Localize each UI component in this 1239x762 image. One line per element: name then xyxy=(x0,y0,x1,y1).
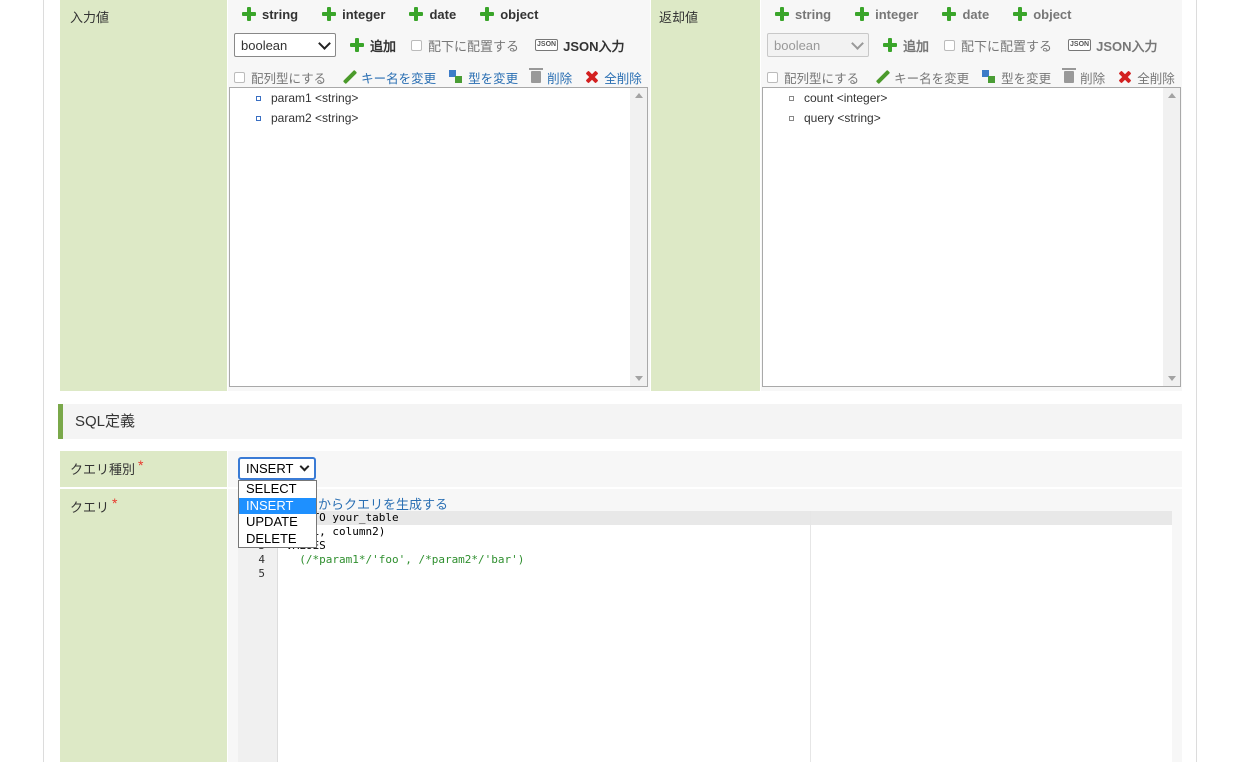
scroll-up-icon[interactable] xyxy=(1168,93,1176,98)
tree-item[interactable]: count <integer> xyxy=(789,91,887,105)
active-line-highlight xyxy=(278,511,1172,525)
required-mark: * xyxy=(138,457,144,473)
swap-icon xyxy=(449,70,463,84)
query-type-field xyxy=(228,451,1182,487)
checkbox-icon[interactable] xyxy=(944,39,956,51)
plus-icon xyxy=(942,7,957,21)
return-add-object-button[interactable]: object xyxy=(1013,7,1072,22)
tree-node-icon xyxy=(256,95,261,101)
checkbox-icon[interactable] xyxy=(767,71,778,83)
editor-gutter: 1 2 3 4 5 xyxy=(238,511,278,762)
swap-icon xyxy=(982,70,996,84)
plus-icon xyxy=(409,7,424,21)
plus-icon xyxy=(855,7,870,21)
pencil-icon xyxy=(342,70,356,84)
line-number: 5 xyxy=(258,567,265,580)
plus-icon xyxy=(480,7,495,21)
input-type-select[interactable]: boolean xyxy=(234,33,336,57)
dropdown-option-insert[interactable]: INSERT xyxy=(239,497,316,514)
tree-node-icon xyxy=(789,115,794,121)
chevron-down-icon xyxy=(299,461,310,472)
return-rename-key-button[interactable]: キー名を変更 xyxy=(875,68,969,87)
input-place-under-checkbox[interactable]: 配下に配置する xyxy=(411,36,519,55)
dropdown-option-select[interactable]: SELECT xyxy=(239,481,316,498)
input-json-button[interactable]: JSON JSON入力 xyxy=(535,36,625,55)
query-type-label: クエリ種別 * xyxy=(60,451,227,487)
close-icon xyxy=(585,70,599,84)
code-line: (/*param1*/'foo', /*param2*/'bar') xyxy=(286,553,525,566)
json-icon: JSON xyxy=(1068,39,1092,51)
return-place-under-checkbox[interactable]: 配下に配置する xyxy=(944,36,1052,55)
return-type-buttons: string integer date object xyxy=(775,0,1096,28)
line-number: 4 xyxy=(258,553,265,566)
return-array-checkbox[interactable]: 配列型にする xyxy=(767,68,859,87)
dropdown-option-update[interactable]: UPDATE xyxy=(239,514,316,531)
page-border-right xyxy=(1196,0,1197,762)
trash-icon xyxy=(1062,68,1077,83)
scroll-up-icon[interactable] xyxy=(635,93,643,98)
scroll-down-icon[interactable] xyxy=(635,376,643,381)
checkbox-icon[interactable] xyxy=(234,71,245,83)
query-type-dropdown[interactable]: SELECT INSERT UPDATE DELETE xyxy=(238,480,317,548)
return-add-string-button[interactable]: string xyxy=(775,7,831,22)
dropdown-option-delete[interactable]: DELETE xyxy=(239,531,316,548)
tree-node-icon xyxy=(789,95,794,101)
input-array-checkbox[interactable]: 配列型にする xyxy=(234,68,326,87)
scrollbar[interactable] xyxy=(1163,88,1180,386)
query-label: クエリ * xyxy=(60,489,227,762)
tree-node-icon xyxy=(256,115,261,121)
scroll-down-icon[interactable] xyxy=(1168,376,1176,381)
return-delete-button[interactable]: 削除 xyxy=(1062,68,1105,87)
return-tree-panel[interactable]: count <integer> query <string> xyxy=(762,87,1181,387)
chevron-down-icon xyxy=(318,36,331,50)
input-delete-button[interactable]: 削除 xyxy=(529,68,572,87)
plus-icon xyxy=(322,7,337,21)
input-add-object-button[interactable]: object xyxy=(480,7,539,22)
required-mark: * xyxy=(112,495,118,511)
return-add-button[interactable]: 追加 xyxy=(883,36,929,55)
input-tree-panel[interactable]: param1 <string> param2 <string> xyxy=(229,87,648,387)
return-json-button[interactable]: JSON JSON入力 xyxy=(1068,36,1158,55)
trash-icon xyxy=(529,68,544,83)
input-change-type-button[interactable]: 型を変更 xyxy=(449,68,518,87)
input-rename-key-button[interactable]: キー名を変更 xyxy=(342,68,436,87)
tree-item[interactable]: param1 <string> xyxy=(256,91,358,105)
plus-icon xyxy=(1013,7,1028,21)
plus-icon xyxy=(242,7,256,21)
return-add-integer-button[interactable]: integer xyxy=(855,7,918,22)
input-values-label: 入力値 xyxy=(60,0,227,391)
json-icon: JSON xyxy=(535,39,559,51)
close-icon xyxy=(1118,70,1132,84)
input-add-integer-button[interactable]: integer xyxy=(322,7,385,22)
sql-section-title: SQL定義 xyxy=(58,404,1182,439)
input-add-date-button[interactable]: date xyxy=(409,7,456,22)
print-margin xyxy=(810,511,811,762)
return-type-select[interactable]: boolean xyxy=(767,33,869,57)
return-change-type-button[interactable]: 型を変更 xyxy=(982,68,1051,87)
scrollbar[interactable] xyxy=(630,88,647,386)
query-type-select[interactable]: INSERT xyxy=(238,457,316,480)
tree-item[interactable]: query <string> xyxy=(789,111,881,125)
input-add-row: boolean 追加 配下に配置する JSON JSON入力 xyxy=(234,31,649,59)
input-delete-all-button[interactable]: 全削除 xyxy=(585,68,642,87)
input-add-button[interactable]: 追加 xyxy=(350,36,396,55)
checkbox-icon[interactable] xyxy=(411,39,423,51)
sql-code-editor[interactable]: 1 2 3 4 5 T INTO your_table lumn1, colum… xyxy=(238,511,1172,762)
tree-item[interactable]: param2 <string> xyxy=(256,111,358,125)
plus-icon xyxy=(775,7,789,21)
input-type-buttons: string integer date object xyxy=(242,0,563,28)
plus-icon xyxy=(350,38,364,52)
pencil-icon xyxy=(875,70,889,84)
return-add-date-button[interactable]: date xyxy=(942,7,989,22)
plus-icon xyxy=(883,38,897,52)
return-delete-all-button[interactable]: 全削除 xyxy=(1118,68,1175,87)
chevron-down-icon xyxy=(851,36,864,50)
return-add-row: boolean 追加 配下に配置する JSON JSON入力 xyxy=(767,31,1182,59)
page-border-left xyxy=(43,0,44,762)
input-add-string-button[interactable]: string xyxy=(242,7,298,22)
return-values-label: 返却値 xyxy=(651,0,760,391)
